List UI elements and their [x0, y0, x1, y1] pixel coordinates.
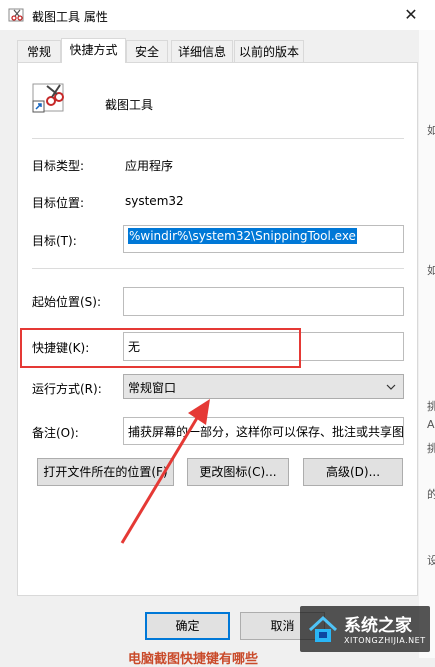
background-peek-char: 挑 [427, 400, 435, 413]
tab-general[interactable]: 常规 [17, 40, 61, 62]
start-in-label: 起始位置(S): [32, 295, 102, 309]
app-name: 截图工具 [105, 98, 154, 112]
target-input[interactable]: %windir%\system32\SnippingTool.exe [123, 225, 404, 253]
title-bar[interactable]: 截图工具 属性 ✕ [0, 0, 435, 30]
chevron-down-icon [386, 384, 396, 390]
target-input-selected-text: %windir%\system32\SnippingTool.exe [128, 228, 357, 244]
house-logo-icon [308, 615, 338, 642]
background-peek-char: 如 [427, 264, 435, 277]
tab-security[interactable]: 安全 [126, 40, 168, 62]
highlight-box [20, 328, 301, 368]
ok-button[interactable]: 确定 [145, 612, 230, 640]
divider [32, 138, 404, 139]
target-location-label: 目标位置: [32, 196, 85, 210]
run-label: 运行方式(R): [32, 382, 102, 396]
background-peek-char: 如 [427, 124, 435, 137]
scissors-icon [8, 8, 24, 22]
advanced-button[interactable]: 高级(D)... [303, 458, 403, 486]
background-peek-char: 设 [427, 554, 435, 567]
watermark-title: 系统之家 [344, 616, 412, 636]
target-type-label: 目标类型: [32, 159, 85, 173]
target-type-value: 应用程序 [125, 159, 174, 173]
target-label: 目标(T): [32, 234, 77, 248]
run-select-value: 常规窗口 [128, 381, 177, 395]
annotation-arrow [120, 399, 210, 544]
background-peek-char: 的 [427, 488, 435, 501]
tab-shortcut[interactable]: 快捷方式 [61, 38, 126, 63]
watermark-subtitle: XITONGZHIJIA.NET [344, 636, 426, 645]
background-peek-char: 挑 [427, 442, 435, 455]
tab-details[interactable]: 详细信息 [171, 40, 233, 62]
close-icon[interactable]: ✕ [399, 3, 423, 27]
target-location-value: system32 [125, 194, 184, 208]
divider [32, 268, 404, 269]
scissors-icon [32, 83, 64, 113]
comment-label: 备注(O): [32, 426, 79, 440]
window-title: 截图工具 属性 [32, 10, 108, 24]
start-in-input[interactable] [123, 287, 404, 316]
tab-previous-versions[interactable]: 以前的版本 [234, 40, 304, 62]
background-peek-char: A [427, 418, 435, 431]
